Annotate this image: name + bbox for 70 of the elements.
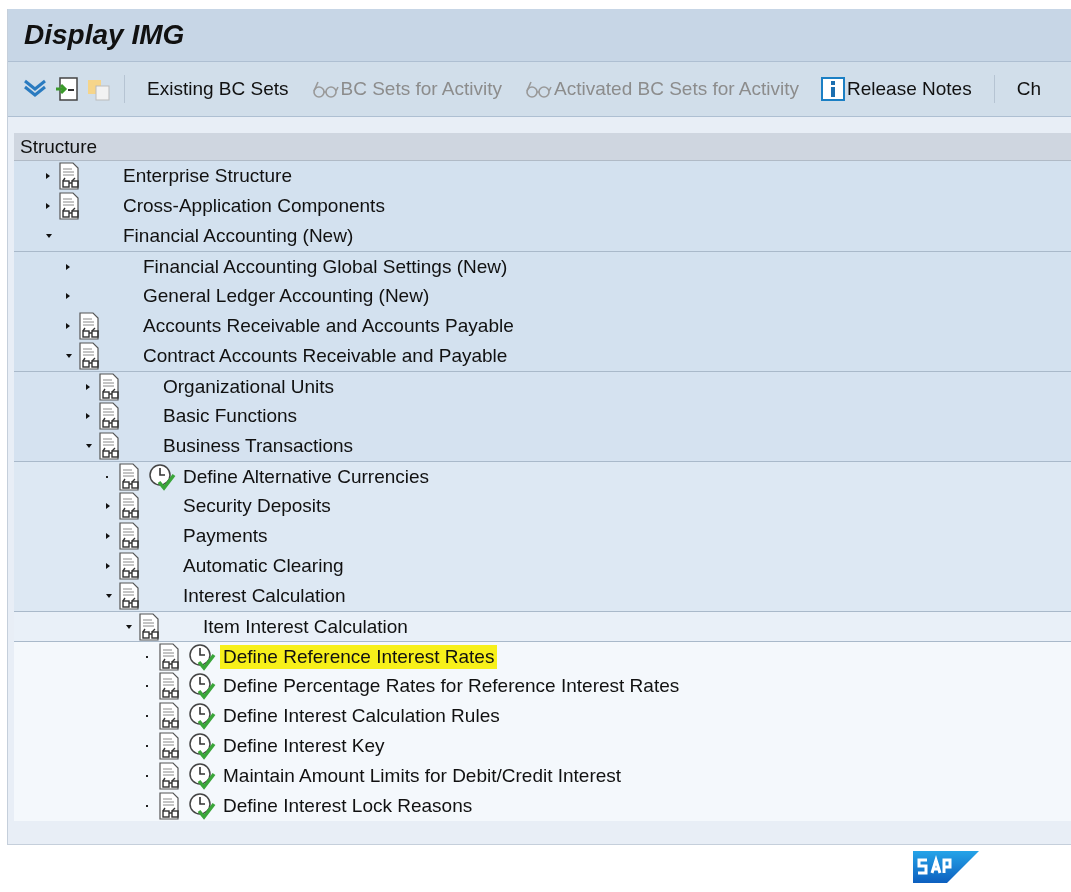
tree-item[interactable]: Financial Accounting Global Settings (New): [140, 254, 511, 279]
clock-check-icon[interactable]: [188, 642, 216, 671]
expand-triangle-icon[interactable]: [46, 203, 50, 209]
toolbar-button[interactable]: Ch: [1010, 76, 1051, 102]
collapse-triangle-icon[interactable]: [106, 594, 112, 598]
document-glasses-icon[interactable]: [78, 312, 102, 340]
tree-item[interactable]: Accounts Receivable and Accounts Payable: [140, 314, 517, 338]
info-icon: [821, 77, 846, 101]
expand-triangle-icon[interactable]: [86, 413, 90, 419]
document-glasses-icon[interactable]: [158, 672, 182, 700]
document-glasses-icon[interactable]: [118, 582, 142, 610]
expand-triangle-icon[interactable]: [106, 533, 110, 539]
tree-item[interactable]: Define Interest Key: [220, 734, 388, 758]
tree-item[interactable]: Cross-Application Components: [120, 194, 388, 218]
import-icon[interactable]: [54, 76, 80, 102]
tree-item[interactable]: Basic Functions: [160, 404, 301, 428]
collapse-triangle-icon[interactable]: [126, 624, 132, 629]
document-glasses-icon[interactable]: [118, 522, 142, 550]
document-glasses-icon[interactable]: [78, 342, 102, 370]
glasses-icon: [524, 79, 553, 99]
clock-check-icon[interactable]: [188, 732, 216, 760]
clock-check-icon[interactable]: [188, 672, 216, 700]
tree-item[interactable]: General Ledger Accounting (New): [140, 284, 433, 308]
tree-item[interactable]: Enterprise Structure: [120, 164, 295, 188]
tree-item[interactable]: Financial Accounting (New): [120, 224, 357, 248]
expand-triangle-icon[interactable]: [86, 383, 90, 390]
document-glasses-icon[interactable]: [58, 162, 82, 190]
document-glasses-icon[interactable]: [98, 432, 122, 460]
document-glasses-icon[interactable]: [158, 702, 182, 730]
document-glasses-icon[interactable]: [158, 642, 182, 671]
document-glasses-icon[interactable]: [158, 732, 182, 760]
document-glasses-icon[interactable]: [158, 762, 182, 790]
clock-check-icon[interactable]: [148, 462, 176, 491]
clock-check-icon[interactable]: [188, 792, 216, 820]
document-glasses-icon[interactable]: [158, 792, 182, 820]
tree-item[interactable]: Business Transactions: [160, 434, 357, 458]
window-title: Display IMG: [24, 19, 185, 51]
expand-triangle-icon[interactable]: [66, 293, 70, 299]
tree-item[interactable]: Contract Accounts Receivable and Payable: [140, 344, 511, 368]
expand-triangle-icon[interactable]: [106, 503, 110, 509]
toolbar-button[interactable]: Existing BC Sets: [141, 76, 299, 102]
tree-item[interactable]: Define Reference Interest Rates: [220, 644, 498, 669]
document-glasses-icon[interactable]: [118, 462, 142, 491]
document-glasses-icon[interactable]: [138, 612, 162, 641]
document-glasses-icon[interactable]: [118, 492, 142, 520]
tree-item[interactable]: Automatic Clearing: [180, 554, 347, 578]
tree-item[interactable]: Payments: [180, 524, 271, 548]
glasses-icon: [310, 79, 339, 99]
tree-item[interactable]: Security Deposits: [180, 494, 334, 518]
document-glasses-icon[interactable]: [98, 372, 122, 401]
expand-triangle-icon[interactable]: [66, 263, 70, 270]
clock-check-icon[interactable]: [188, 762, 216, 790]
expand-triangle-icon[interactable]: [106, 563, 110, 569]
tree-item[interactable]: Define Alternative Currencies: [180, 464, 433, 489]
expand-triangle-icon[interactable]: [66, 323, 70, 329]
expand-triangle-icon[interactable]: [46, 173, 50, 179]
sap-logo: [913, 851, 979, 883]
clock-check-icon[interactable]: [188, 702, 216, 730]
tree-item[interactable]: Interest Calculation: [180, 584, 349, 608]
collapse-triangle-icon[interactable]: [86, 444, 92, 448]
column-header: Structure: [14, 133, 1071, 161]
tree-item[interactable]: Organizational Units: [160, 374, 338, 399]
document-glasses-icon[interactable]: [58, 192, 82, 220]
collapse-triangle-icon[interactable]: [66, 354, 72, 358]
tree-item[interactable]: Item Interest Calculation: [200, 614, 411, 639]
collapse-triangle-icon[interactable]: [46, 234, 52, 238]
document-glasses-icon[interactable]: [118, 552, 142, 580]
document-glasses-icon[interactable]: [98, 402, 122, 430]
toolbar-button[interactable]: Release Notes: [815, 75, 982, 103]
tree-item[interactable]: Define Interest Lock Reasons: [220, 794, 476, 818]
